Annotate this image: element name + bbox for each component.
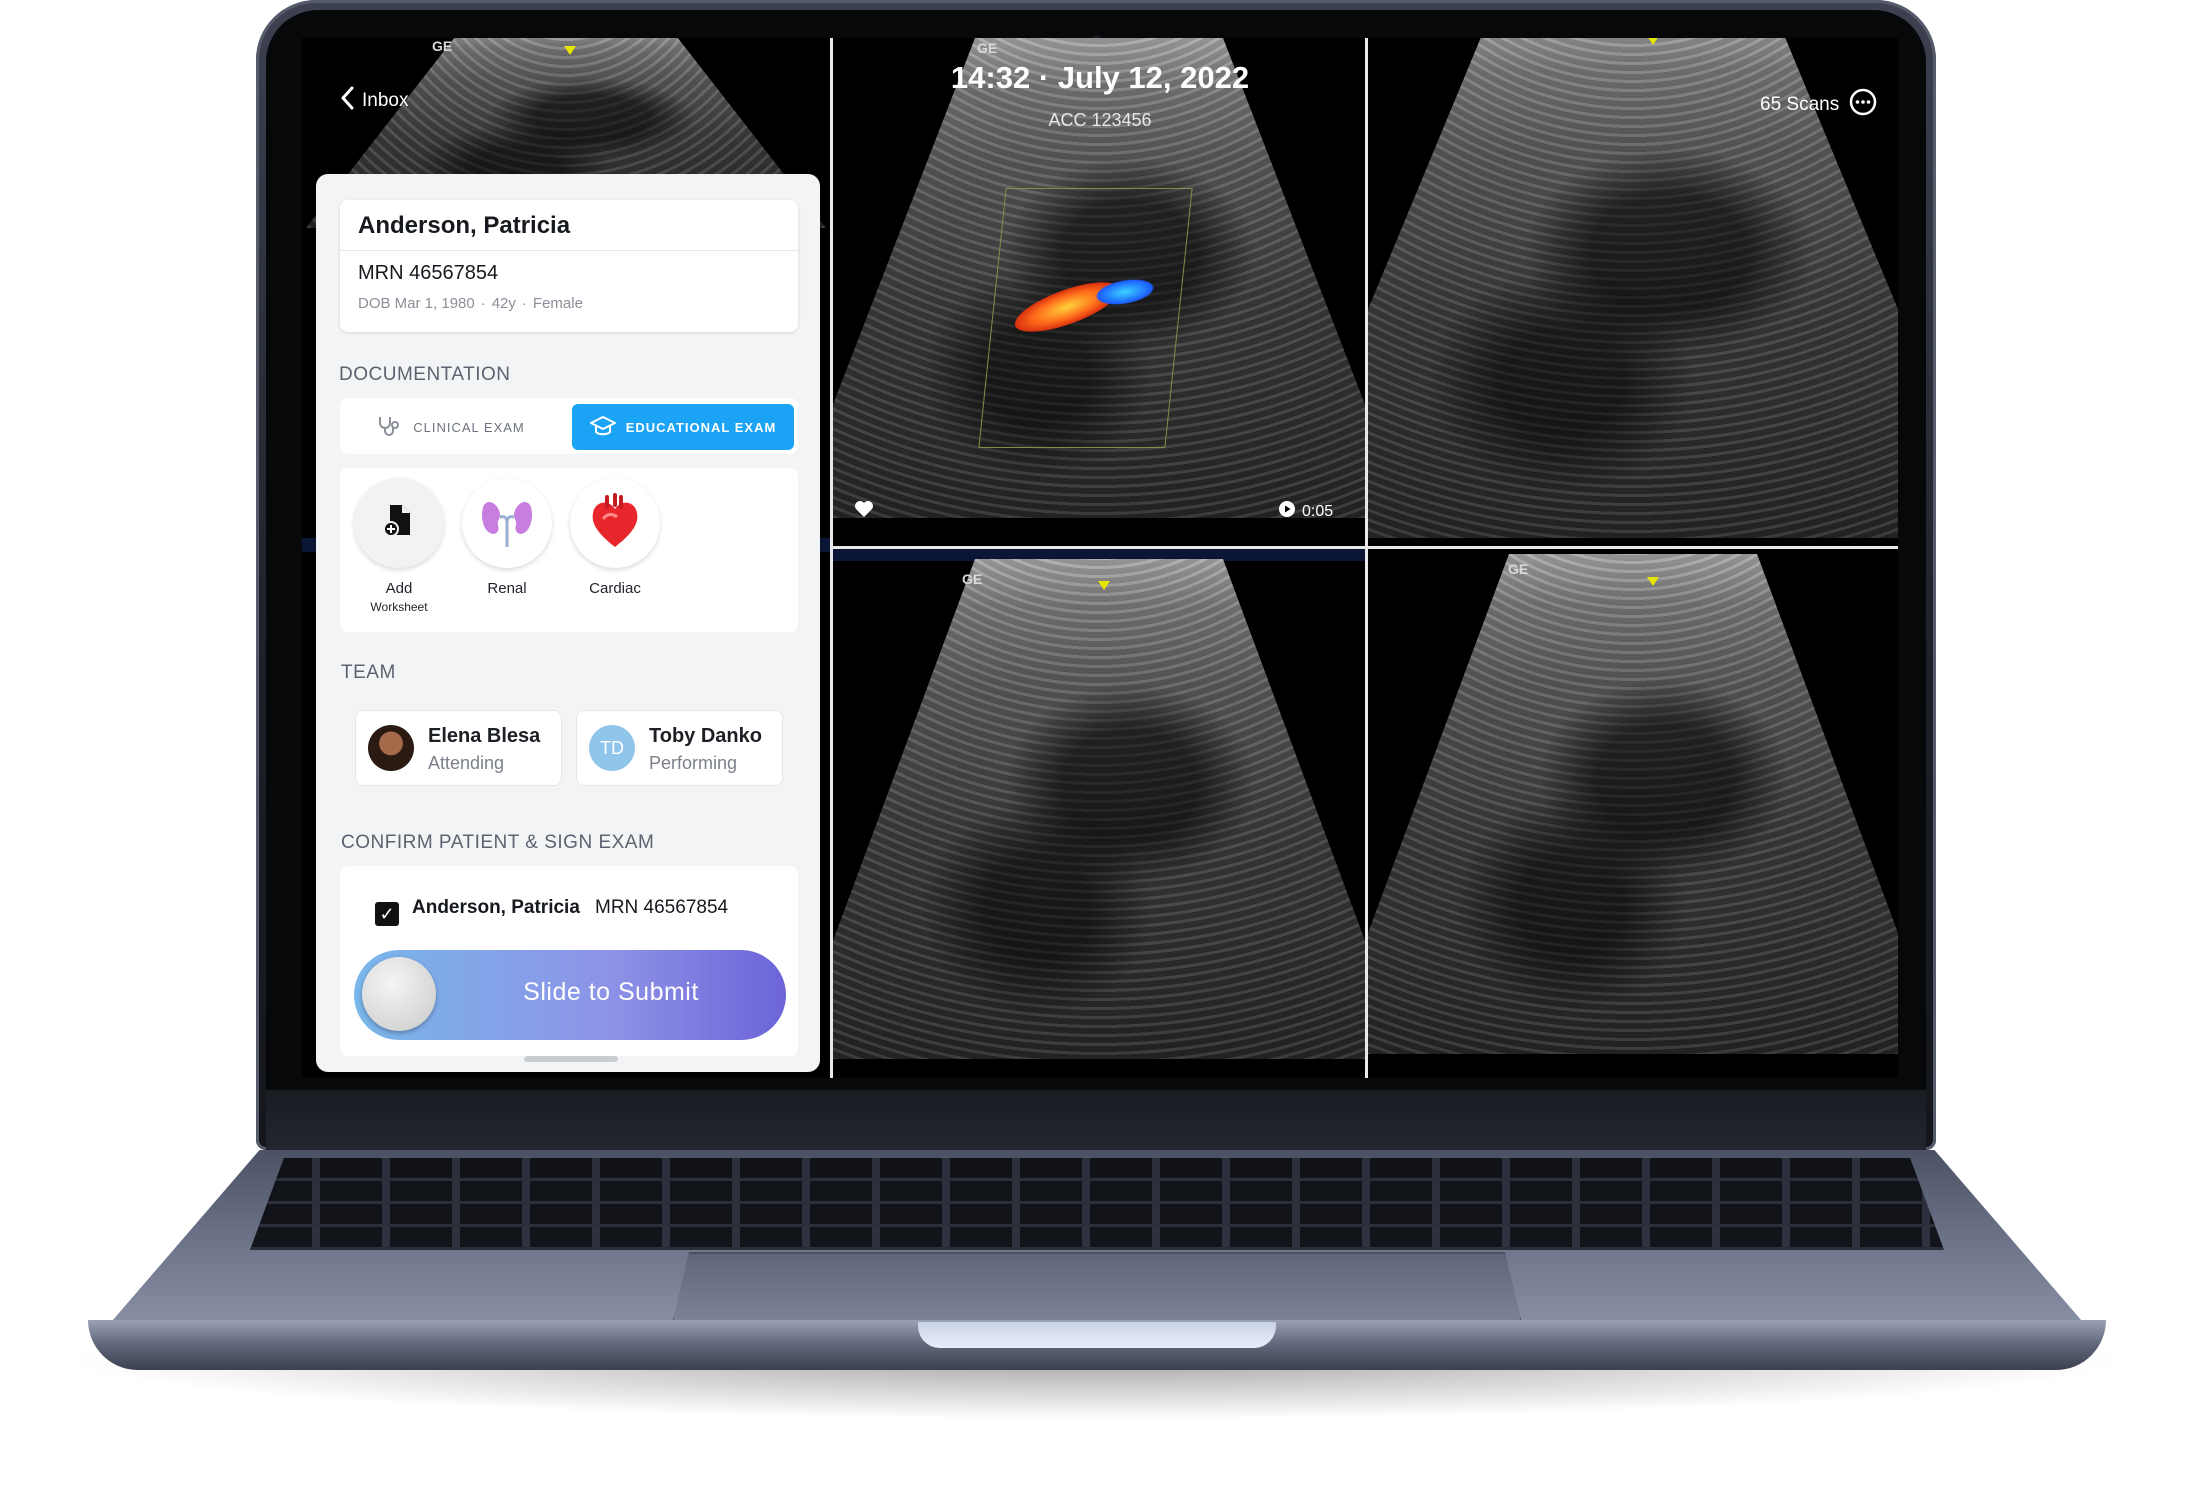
exam-date: July 12, 2022 [1057, 60, 1250, 95]
patient-card[interactable]: Anderson, Patricia MRN 46567854 DOB Mar … [340, 200, 798, 332]
slide-to-submit-label: Slide to Submit [523, 978, 699, 1006]
grid-divider [830, 38, 833, 1078]
worksheet-cardiac-button[interactable] [570, 478, 660, 568]
worksheets-card: Add Worksheet Renal Cardiac [340, 468, 798, 632]
kidney-icon [478, 493, 536, 554]
keyboard-rows [250, 1158, 1944, 1250]
trackpad [672, 1252, 1522, 1324]
patient-mrn: MRN 46567854 [358, 262, 499, 284]
tab-clinical-exam[interactable]: CLINICAL EXAM [340, 404, 562, 450]
scan-count: 65 Scans [1760, 94, 1840, 115]
stethoscope-icon [377, 415, 403, 440]
back-button[interactable]: Inbox [340, 86, 408, 116]
patient-dob: DOB Mar 1, 1980 [358, 295, 475, 312]
confirm-checkbox[interactable]: ✓ [375, 902, 399, 926]
avatar [368, 725, 414, 771]
add-worksheet-icon [382, 503, 416, 544]
laptop-lid-notch [918, 1322, 1276, 1348]
doppler-box [978, 188, 1193, 448]
chevron-left-icon [340, 86, 354, 116]
avatar-initials: TD [589, 725, 635, 771]
team-member-name: Toby Danko [649, 725, 762, 747]
patient-demographics: DOB Mar 1, 1980 · 42y · Female [358, 295, 583, 312]
worksheet-renal-label: Renal [487, 580, 527, 597]
team-member-card[interactable]: Elena Blesa Attending [355, 710, 562, 786]
tab-clinical-label: CLINICAL EXAM [413, 419, 525, 435]
worksheet-add-sublabel: Worksheet [370, 600, 428, 614]
patient-sex: Female [532, 295, 583, 312]
back-label: Inbox [362, 90, 409, 111]
team-heading: TEAM [341, 662, 396, 683]
sheet-handle[interactable] [524, 1056, 618, 1062]
slide-knob[interactable] [362, 957, 436, 1031]
confirm-patient-mrn: MRN 46567854 [595, 897, 729, 918]
more-options-icon[interactable] [1849, 88, 1877, 122]
worksheet-add-button[interactable] [354, 478, 444, 568]
clip-duration[interactable]: 0:05 [1278, 500, 1333, 523]
patient-age: 42y [491, 295, 516, 312]
scan-count-menu[interactable]: 65 Scans [1760, 88, 1877, 122]
ultrasound-frame-3[interactable]: GE [832, 549, 1366, 1078]
worksheet-renal-button[interactable] [462, 478, 552, 568]
patient-name: Anderson, Patricia [358, 212, 571, 239]
worksheet-add-label: Add [385, 580, 413, 597]
worksheet-cardiac-label: Cardiac [589, 580, 641, 597]
team-member-name: Elena Blesa [428, 725, 541, 747]
graduation-cap-icon [589, 415, 616, 440]
documentation-heading: DOCUMENTATION [339, 364, 511, 385]
laptop-hinge [266, 1090, 1926, 1150]
divider [340, 250, 798, 251]
grid-divider [830, 546, 1898, 549]
team-member-role: Performing [649, 753, 738, 773]
confirm-heading: CONFIRM PATIENT & SIGN EXAM [341, 832, 655, 853]
confirm-patient-name: Anderson, Patricia [412, 897, 580, 918]
exam-datetime: 14:32 · July 12, 2022 [950, 60, 1250, 95]
play-icon[interactable] [1278, 500, 1296, 523]
team-member-card[interactable]: TD Toby Danko Performing [576, 710, 783, 786]
exam-time: 14:32 [950, 60, 1031, 95]
favorite-heart-icon[interactable] [854, 500, 874, 523]
ultrasound-frame-4[interactable]: GE [1368, 549, 1898, 1078]
tab-educational-label: EDUCATIONAL EXAM [625, 419, 777, 435]
heart-icon [589, 492, 641, 554]
grid-divider [1365, 38, 1368, 1078]
clip-duration-label: 0:05 [1302, 502, 1334, 520]
tab-educational-exam[interactable]: EDUCATIONAL EXAM [572, 404, 794, 450]
team-member-role: Attending [428, 753, 505, 773]
accession-number: ACC 123456 [1048, 110, 1152, 130]
